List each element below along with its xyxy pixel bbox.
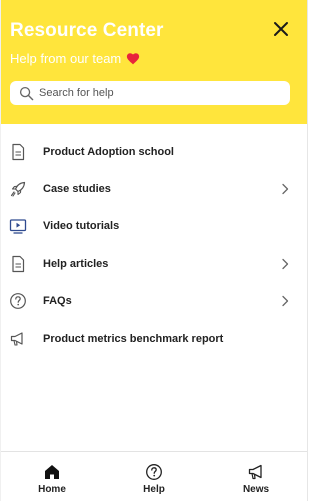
search-box[interactable] xyxy=(10,81,290,105)
list-item-label: Help articles xyxy=(43,257,109,270)
search-input[interactable] xyxy=(39,87,279,99)
list-item-video-tutorials[interactable]: Video tutorials xyxy=(1,208,307,245)
chevron-right-icon xyxy=(282,258,289,270)
list-item-label: Case studies xyxy=(43,183,111,196)
resource-center-header: Resource Center Help from our team xyxy=(1,0,307,124)
megaphone-icon xyxy=(10,332,23,346)
list-item-label: Product Adoption school xyxy=(43,145,174,158)
search-icon xyxy=(19,86,34,100)
chevron-right-icon xyxy=(282,183,289,195)
tab-label: Help xyxy=(143,484,165,495)
list-item-case-studies[interactable]: Case studies xyxy=(1,170,307,207)
list-item-product-metrics-benchmark-report[interactable]: Product metrics benchmark report xyxy=(1,320,307,357)
document-icon xyxy=(12,255,25,272)
tab-home[interactable]: Home xyxy=(1,452,103,501)
list-item-label: FAQs xyxy=(43,295,72,308)
close-icon[interactable] xyxy=(270,18,292,40)
resource-list: Product Adoption school Case studies Vid… xyxy=(1,133,307,357)
list-item-help-articles[interactable]: Help articles xyxy=(1,245,307,282)
megaphone-icon xyxy=(248,464,262,480)
resource-center-panel: Resource Center Help from our team Prod xyxy=(0,0,308,501)
video-icon xyxy=(9,219,27,235)
tab-label: News xyxy=(242,484,270,495)
panel-subtitle: Help from our team xyxy=(10,51,122,66)
list-item-label: Video tutorials xyxy=(43,220,120,233)
document-icon xyxy=(12,143,25,160)
home-icon xyxy=(45,465,59,479)
question-circle-icon xyxy=(10,293,26,310)
list-item-product-adoption-school[interactable]: Product Adoption school xyxy=(1,133,307,170)
tab-news[interactable]: News xyxy=(205,452,307,501)
panel-title: Resource Center xyxy=(10,20,164,41)
heart-icon xyxy=(127,53,140,65)
list-item-faqs[interactable]: FAQs xyxy=(1,283,307,320)
chevron-right-icon xyxy=(282,296,289,307)
tab-help[interactable]: Help xyxy=(103,452,205,501)
question-circle-icon xyxy=(146,464,162,480)
tab-label: Home xyxy=(38,484,66,495)
list-item-label: Product metrics benchmark report xyxy=(43,332,224,345)
rocket-icon xyxy=(10,181,26,197)
bottom-tab-bar: Home Help News xyxy=(1,451,307,501)
panel-subtitle-row: Help from our team xyxy=(10,51,140,66)
